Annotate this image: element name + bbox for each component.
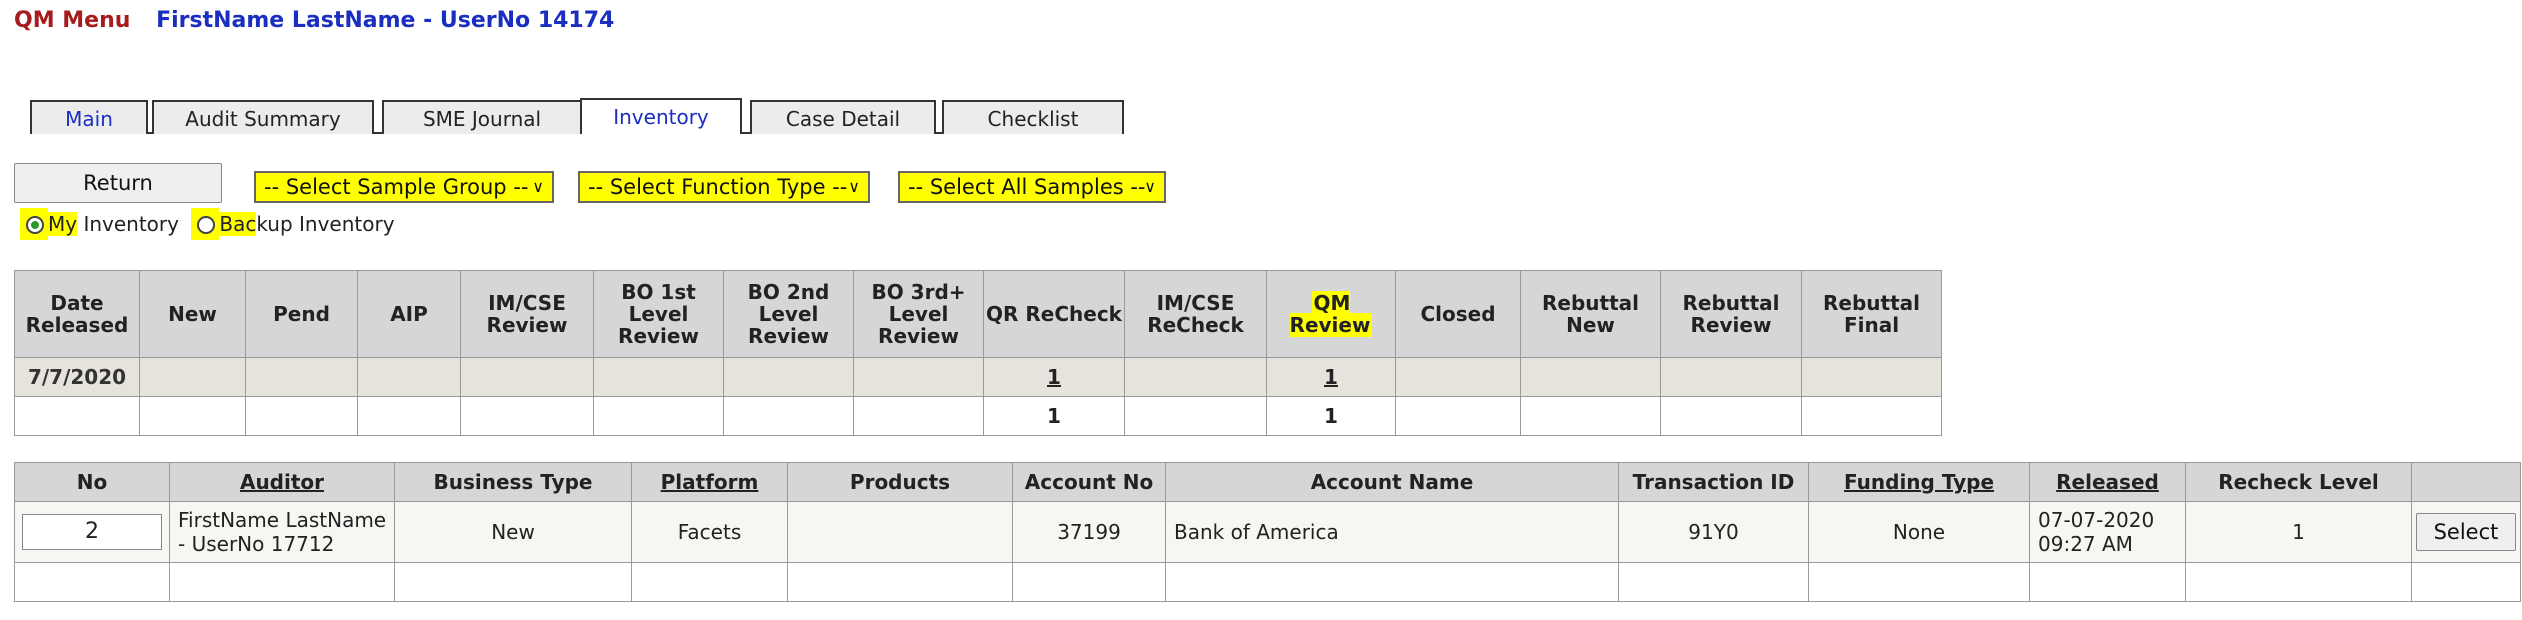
col-bo-3rd: BO 3rd+ Level Review [853,270,984,358]
all-samples-value: -- Select All Samples -- [908,175,1146,199]
col-qm-review: QM Review [1266,270,1396,358]
transaction-id-cell: 91Y0 [1618,501,1809,563]
qm-review-count-cell: 1 [1266,357,1396,397]
tab-case-detail[interactable]: Case Detail [750,100,936,134]
account-no-cell: 37199 [1012,501,1166,563]
funding-type-cell: None [1808,501,2030,563]
col-recheck-level: Recheck Level [2185,462,2412,502]
col-qr-recheck: QR ReCheck [983,270,1125,358]
tab-case-detail-label: Case Detail [785,107,901,131]
col-funding-type[interactable]: Funding Type [1808,462,2030,502]
tab-checklist[interactable]: Checklist [942,100,1124,134]
return-button[interactable]: Return [14,163,222,203]
all-samples-select[interactable]: -- Select All Samples -- ∨ [898,171,1166,203]
col-im-cse-review: IM/CSE Review [460,270,594,358]
qm-review-total: 1 [1266,396,1396,436]
released-cell: 07-07-2020 09:27 AM [2029,501,2186,563]
col-pend: Pend [245,270,358,358]
tab-sme-journal[interactable]: SME Journal [382,100,582,134]
my-inventory-label: My Inventory [48,212,179,236]
no-cell: 2 [14,501,170,563]
col-rebuttal-new: Rebuttal New [1520,270,1661,358]
qm-review-count-link[interactable]: 1 [1324,365,1338,389]
col-released[interactable]: Released [2029,462,2186,502]
tab-checklist-label: Checklist [987,107,1079,131]
col-new: New [139,270,246,358]
col-account-name: Account Name [1165,462,1619,502]
tab-main-label: Main [65,107,113,131]
col-account-no: Account No [1012,462,1166,502]
recheck-level-cell: 1 [2185,501,2412,563]
auditor-cell: FirstName LastName - UserNo 17712 [169,501,395,563]
chevron-down-icon: ∨ [1144,177,1156,196]
no-input[interactable]: 2 [22,514,162,550]
qr-recheck-count-cell: 1 [983,357,1125,397]
samples-header-row: No Auditor Business Type Platform Produc… [14,462,2521,502]
inventory-radio-group: My Inventory Backup Inventory [20,208,395,248]
qm-menu-title: QM Menu [14,8,131,33]
inventory-header-row: Date Released New Pend AIP IM/CSE Review… [14,270,1942,358]
products-cell [787,501,1013,563]
backup-inventory-radio[interactable] [197,216,216,234]
col-im-cse-recheck: IM/CSE ReCheck [1124,270,1267,358]
col-bo-1st: BO 1st Level Review [593,270,724,358]
sample-group-value: -- Select Sample Group -- [264,175,529,199]
tab-audit-summary-label: Audit Summary [185,107,341,131]
platform-cell: Facets [631,501,788,563]
samples-table: No Auditor Business Type Platform Produc… [14,462,2521,602]
backup-inventory-radio-wrap[interactable] [191,208,220,240]
col-auditor[interactable]: Auditor [169,462,395,502]
tab-inventory-label: Inventory [613,105,709,129]
function-type-value: -- Select Function Type -- [588,175,848,199]
tab-sme-journal-label: SME Journal [422,107,542,131]
col-date-released: Date Released [14,270,140,358]
col-aip: AIP [357,270,461,358]
chevron-down-icon: ∨ [532,177,544,196]
col-business-type: Business Type [394,462,632,502]
business-type-cell: New [394,501,632,563]
backup-inventory-label: Backup Inventory [219,212,395,236]
col-products: Products [787,462,1013,502]
action-cell: Select [2411,501,2521,563]
col-rebuttal-final: Rebuttal Final [1801,270,1942,358]
sample-group-select[interactable]: -- Select Sample Group -- ∨ [254,171,554,203]
row-date: 7/7/2020 [14,357,140,397]
col-bo-2nd: BO 2nd Level Review [723,270,854,358]
page-header: QM Menu FirstName LastName - UserNo 1417… [14,8,614,33]
function-type-select[interactable]: -- Select Function Type -- ∨ [578,171,870,203]
col-closed: Closed [1395,270,1521,358]
my-inventory-radio-wrap[interactable] [20,208,48,240]
col-rebuttal-review: Rebuttal Review [1660,270,1802,358]
tab-inventory[interactable]: Inventory [580,98,742,134]
col-transaction-id: Transaction ID [1618,462,1809,502]
inventory-total-row: 1 1 [14,396,1942,436]
table-row: 2 FirstName LastName - UserNo 17712 New F… [14,501,2521,563]
qr-recheck-count-link[interactable]: 1 [1047,365,1061,389]
tab-audit-summary[interactable]: Audit Summary [152,100,374,134]
tab-main[interactable]: Main [30,100,148,134]
col-action [2411,462,2521,502]
qr-recheck-total: 1 [983,396,1125,436]
select-button[interactable]: Select [2416,513,2516,551]
my-inventory-radio[interactable] [26,216,44,234]
table-row-empty [14,562,2521,602]
user-name-title: FirstName LastName - UserNo 14174 [156,8,615,33]
col-platform[interactable]: Platform [631,462,788,502]
inventory-summary-table: Date Released New Pend AIP IM/CSE Review… [14,270,1942,436]
inventory-date-row: 7/7/2020 1 1 [14,357,1942,397]
account-name-cell: Bank of America [1165,501,1619,563]
chevron-down-icon: ∨ [848,177,860,196]
col-no: No [14,462,170,502]
